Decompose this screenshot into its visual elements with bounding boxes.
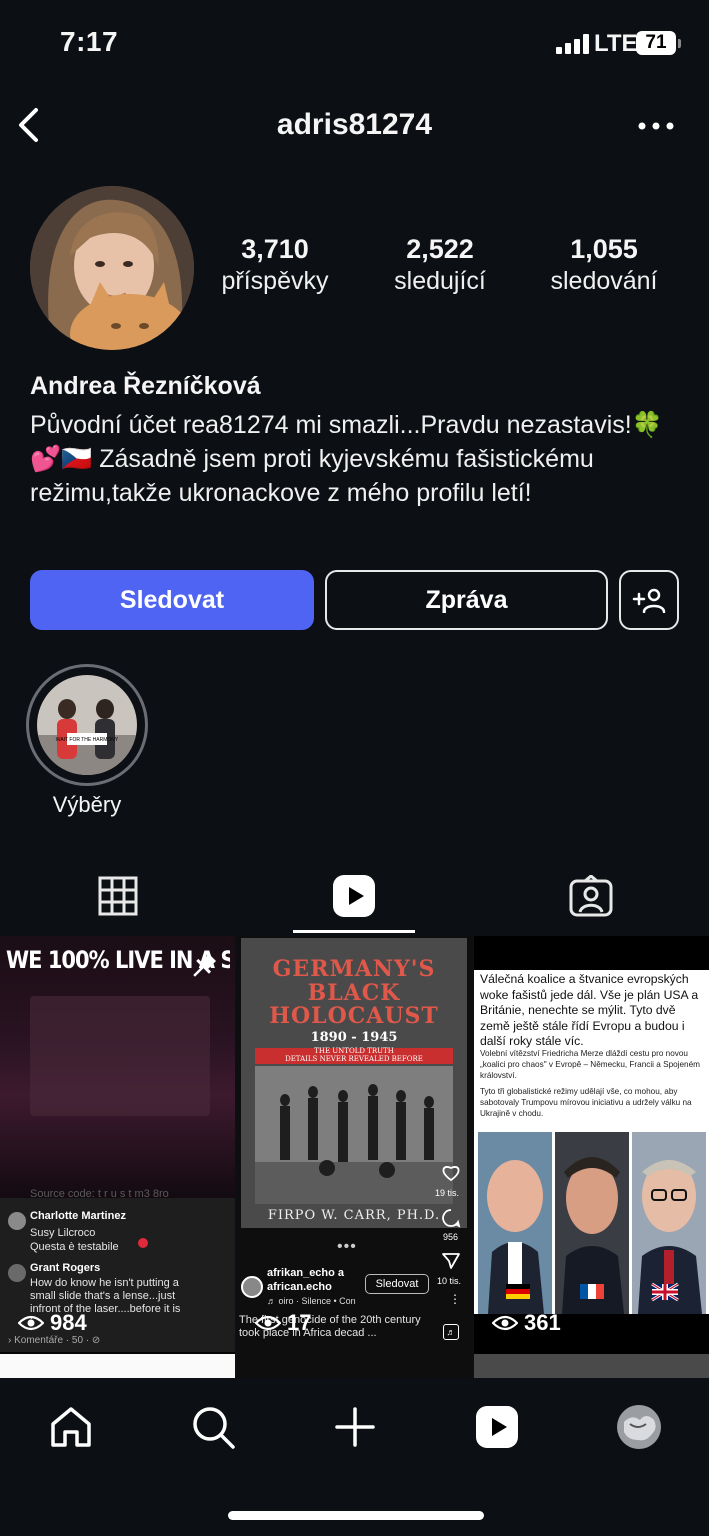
nav-search[interactable]: [188, 1402, 238, 1452]
reel-2-views: 17: [255, 1310, 311, 1336]
profile-tabs: [0, 860, 709, 936]
reel-3-text-3: Tyto tři globalistické režimy udělají vš…: [480, 1087, 692, 1118]
status-bar: 7:17 LTE 71: [0, 0, 709, 90]
follow-button[interactable]: Sledovat: [30, 570, 314, 630]
stat-followers-value: 2,522: [406, 234, 474, 264]
nav-home[interactable]: [46, 1402, 96, 1452]
reel-thumbnail-2[interactable]: GERMANY'S BLACK HOLOCAUST 1890 - 1945 TH…: [237, 936, 472, 1378]
profile-avatar-icon: [617, 1405, 661, 1449]
book-years: 1890 - 1945: [310, 1030, 398, 1045]
reel-3-photo: [478, 1132, 706, 1314]
book-subtitle-2: DETAILS NEVER REVEALED BEFORE: [285, 1055, 423, 1063]
book-subtitle-1: THE UNTOLD TRUTH: [314, 1047, 394, 1055]
stat-followers[interactable]: 2,522 sledující: [355, 232, 525, 296]
nav-create[interactable]: [330, 1402, 380, 1452]
play-count-icon: [255, 1315, 281, 1331]
flag-france: [580, 1284, 604, 1299]
more-dots-icon: ⋮: [449, 1292, 461, 1306]
tab-reels[interactable]: [236, 860, 472, 932]
reels-grid: WE 100% LIVE IN A SIMULATION Source code…: [0, 936, 709, 1378]
reel-thumbnail-3[interactable]: Válečná koalice a štvanice evropských wo…: [474, 936, 709, 1378]
reel-3-text-2: Volební vítězství Friedricha Merze dlážd…: [480, 1049, 700, 1080]
home-indicator[interactable]: [228, 1511, 484, 1520]
highlight-thumbnail: WAIT FOR THE HARMONY: [37, 675, 137, 775]
reel-1-comments-footer: › Komentáře · 50 · ⊘: [8, 1335, 101, 1346]
nav-reels[interactable]: [472, 1402, 522, 1452]
share-icon: [442, 1253, 460, 1269]
top-nav: adris81274: [0, 90, 709, 160]
audio-icon: ♬: [443, 1324, 459, 1340]
stat-posts-value: 3,710: [241, 234, 309, 264]
reel-3-view-count: 361: [524, 1310, 561, 1335]
signal-icon: [556, 34, 590, 54]
reel-2-shares: 10 tis.: [437, 1276, 462, 1286]
battery-cap: [678, 39, 681, 48]
grid-icon: [98, 876, 138, 916]
play-count-icon: [18, 1315, 44, 1331]
more-options-icon[interactable]: [636, 116, 676, 136]
create-icon: [335, 1407, 375, 1447]
play-count-icon: [492, 1315, 518, 1331]
reel-thumbnail-1[interactable]: WE 100% LIVE IN A SIMULATION Source code…: [0, 936, 235, 1378]
stat-following-value: 1,055: [570, 234, 638, 264]
book-author: FIRPO W. CARR, PH.D.: [267, 1208, 441, 1223]
stat-posts-label: příspěvky: [221, 267, 329, 295]
tagged-icon: [569, 875, 613, 917]
comment-user-1: Charlotte Martinez: [30, 1210, 126, 1222]
reel-3-text-1: Válečná koalice a štvanice evropských wo…: [480, 972, 699, 1048]
flag-germany: [506, 1284, 530, 1299]
comment-icon: [442, 1209, 461, 1228]
book-title-3: HOLOCAUST: [269, 1003, 439, 1029]
message-button[interactable]: Zpráva: [325, 570, 608, 630]
reel-1-views: 984: [18, 1310, 87, 1336]
profile-username: adris81274: [276, 108, 433, 141]
comment-text-1: Susy Lilcroco Questa è testabile: [30, 1227, 119, 1253]
pin-icon: [193, 953, 217, 977]
stat-following-label: sledování: [550, 267, 658, 295]
profile-bio: Původní účet rea81274 mi smazli...Pravdu…: [30, 411, 663, 507]
story-highlight[interactable]: WAIT FOR THE HARMONY: [26, 664, 148, 786]
reel-3-views: 361: [492, 1310, 561, 1336]
like-icon: [442, 1166, 460, 1182]
profile-full-name: Andrea Řezníčková: [30, 372, 261, 400]
book-cover: GERMANY'S BLACK HOLOCAUST 1890 - 1945 TH…: [241, 938, 467, 1228]
highlight-thumb-text: WAIT FOR THE HARMONY: [56, 737, 119, 743]
reel-2-audio: ♬ oiro · Silence • Con: [267, 1296, 356, 1306]
reel-1-view-count: 984: [50, 1310, 87, 1335]
book-title-1: GERMANY'S: [272, 956, 436, 982]
search-icon: [193, 1407, 235, 1449]
profile-avatar[interactable]: [30, 186, 194, 350]
tab-tagged[interactable]: [473, 860, 709, 932]
flag-uk: [651, 1282, 679, 1302]
book-photo: [255, 1066, 453, 1204]
reel-2-follow-button[interactable]: Sledovat: [365, 1274, 429, 1294]
status-time: 7:17: [60, 26, 119, 57]
reel-2-view-count: 17: [287, 1310, 312, 1335]
stat-followers-label: sledující: [394, 267, 486, 295]
active-tab-indicator: [293, 930, 415, 933]
stat-posts[interactable]: 3,710 příspěvky: [190, 232, 360, 296]
reels-icon: [333, 875, 375, 917]
reel-2-likes: 19 tis.: [435, 1188, 460, 1198]
reels-icon: [476, 1406, 518, 1448]
carousel-dots-icon: •••: [337, 1238, 357, 1255]
battery-icon: 71: [636, 31, 676, 55]
suggest-users-button[interactable]: [619, 570, 679, 630]
home-icon: [51, 1407, 91, 1447]
tab-grid[interactable]: [0, 860, 236, 932]
comment-user-2: Grant Rogers: [30, 1262, 101, 1274]
highlight-label: Výběry: [52, 792, 122, 817]
network-type: LTE: [594, 30, 638, 57]
reel-2-user: afrikan_echo a african.echo: [267, 1267, 345, 1293]
add-person-icon: [632, 588, 666, 613]
nav-profile[interactable]: [614, 1402, 664, 1452]
reel-2-comments: 956: [443, 1232, 459, 1242]
stat-following[interactable]: 1,055 sledování: [519, 232, 689, 296]
